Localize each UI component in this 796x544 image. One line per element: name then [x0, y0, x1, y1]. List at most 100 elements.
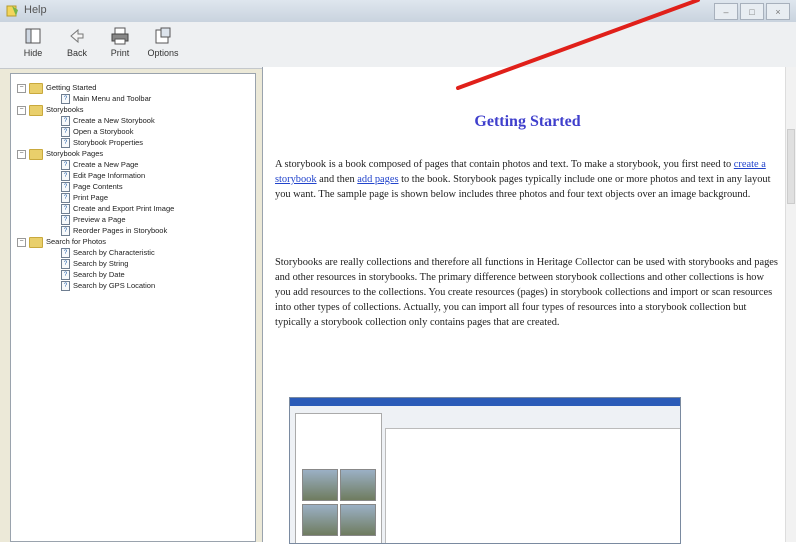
tree-topic-item[interactable]: ? Reorder Pages in Storybook	[17, 225, 174, 237]
minimize-button[interactable]: –	[714, 3, 738, 20]
screenshot-thumbnail	[302, 504, 338, 536]
tree-topic-label: Page Contents	[73, 182, 123, 191]
add-pages-link[interactable]: add pages	[357, 174, 398, 185]
contents-tree: − Getting Started? Main Menu and Toolbar − S…	[17, 82, 175, 292]
tree-topic-label: Create a New Storybook	[73, 116, 155, 125]
paragraph-intro: A storybook is a book composed of pages …	[275, 157, 780, 202]
help-page-icon: ?	[61, 127, 70, 138]
tree-topic-item[interactable]: ? Preview a Page	[17, 214, 174, 226]
sample-storybook-screenshot	[289, 397, 681, 544]
tree-topic-item[interactable]: ? Page Contents	[17, 181, 174, 193]
tree-topic-item[interactable]: ? Main Menu and Toolbar	[17, 93, 174, 105]
tree-topic-label: Search by GPS Location	[73, 281, 156, 290]
screenshot-thumbnail	[340, 504, 376, 536]
help-page-icon: ?	[61, 270, 70, 281]
tree-topic-item[interactable]: ? Storybook Properties	[17, 137, 174, 149]
tree-topic-item[interactable]: ? Search by String	[17, 258, 174, 270]
collapse-icon[interactable]: −	[17, 237, 26, 247]
help-page-icon: ?	[61, 259, 70, 270]
maximize-button[interactable]: □	[740, 3, 764, 20]
tree-topic-item[interactable]: ? Create and Export Print Image	[17, 203, 175, 215]
tree-topic-label: Print Page	[73, 193, 109, 202]
tree-topic-label: Create and Export Print Image	[73, 204, 175, 213]
tree-topic-item[interactable]: ? Print Page	[17, 192, 174, 204]
topic-scrollbar[interactable]	[785, 67, 796, 542]
close-button[interactable]: ×	[766, 3, 790, 20]
options-label: Options	[147, 48, 179, 58]
options-button[interactable]: Options	[146, 26, 180, 58]
title-bar[interactable]: Help – □ ×	[0, 0, 796, 23]
tree-book-label: Getting Started	[46, 83, 97, 92]
help-page-icon: ?	[61, 215, 70, 226]
toolbar: Hide Back Print Options	[0, 22, 796, 69]
hide-button[interactable]: Hide	[16, 26, 50, 58]
print-button[interactable]: Print	[103, 26, 137, 58]
back-label: Back	[66, 48, 87, 58]
tree-topic-label: Search by Characteristic	[73, 248, 155, 257]
tree-topic-label: Open a Storybook	[73, 127, 134, 136]
help-page-icon: ?	[61, 138, 70, 149]
tree-topic-label: Storybook Properties	[73, 138, 144, 147]
options-icon	[155, 27, 171, 44]
help-page-icon: ?	[61, 226, 70, 237]
tree-topic-item[interactable]: ? Create a New Page	[17, 159, 174, 171]
window-title: Help	[24, 4, 47, 16]
topic-heading: Getting Started	[474, 113, 581, 130]
back-button[interactable]: Back	[60, 26, 94, 58]
screenshot-thumbnail	[302, 469, 338, 501]
tree-book-label: Storybook Pages	[46, 149, 104, 158]
collapse-icon[interactable]: −	[17, 83, 26, 93]
help-page-icon: ?	[61, 94, 70, 105]
help-page-icon: ?	[61, 204, 70, 215]
paragraph-collections: Storybooks are really collections and th…	[275, 257, 778, 328]
tree-book-item[interactable]: − Storybook Pages	[17, 148, 174, 160]
printer-icon	[111, 27, 129, 45]
help-page-icon: ?	[61, 116, 70, 127]
book-folder-icon	[29, 236, 43, 248]
tree-topic-label: Search by String	[73, 259, 129, 268]
topic-pane[interactable]: Getting Started A storybook is a book co…	[262, 67, 796, 544]
help-window: Help – □ × Hide Back Print Options − Get…	[0, 0, 796, 544]
tree-book-label: Storybooks	[46, 105, 84, 114]
contents-pane[interactable]: − Getting Started? Main Menu and Toolbar − S…	[10, 73, 256, 542]
tree-topic-label: Main Menu and Toolbar	[73, 94, 152, 103]
help-page-icon: ?	[61, 281, 70, 292]
tree-topic-label: Create a New Page	[73, 160, 139, 169]
collapse-icon[interactable]: −	[17, 105, 26, 115]
hide-label: Hide	[23, 48, 43, 58]
tree-topic-item[interactable]: ? Edit Page Information	[17, 170, 174, 182]
tree-topic-item[interactable]: ? Search by GPS Location	[17, 280, 174, 292]
book-folder-icon	[29, 82, 43, 94]
tree-book-item[interactable]: − Search for Photos	[17, 236, 174, 248]
tree-topic-label: Search by Date	[73, 270, 125, 279]
screenshot-thumbnail	[340, 469, 376, 501]
tree-topic-item[interactable]: ? Open a Storybook	[17, 126, 174, 138]
paragraph-intro-text-a: A storybook is a book composed of pages …	[275, 159, 734, 170]
book-folder-icon	[29, 104, 43, 116]
screenshot-page-area	[385, 428, 680, 543]
book-folder-icon	[29, 148, 43, 160]
tree-topic-label: Preview a Page	[73, 215, 126, 224]
window-controls: – □ ×	[714, 3, 790, 20]
print-label: Print	[110, 48, 130, 58]
tree-topic-item[interactable]: ? Search by Date	[17, 269, 174, 281]
help-page-icon: ?	[61, 171, 70, 182]
scrollbar-thumb[interactable]	[787, 129, 795, 204]
tree-topic-item[interactable]: ? Create a New Storybook	[17, 115, 174, 127]
collapse-icon[interactable]: −	[17, 149, 26, 159]
paragraph-intro-text-b: and then	[316, 174, 358, 185]
hide-icon	[25, 28, 41, 44]
back-arrow-icon	[70, 28, 84, 44]
tree-book-item[interactable]: − Storybooks	[17, 104, 174, 116]
tree-topic-item[interactable]: ? Search by Characteristic	[17, 247, 174, 259]
screenshot-sidebar	[295, 413, 382, 543]
tree-topic-label: Reorder Pages in Storybook	[73, 226, 168, 235]
tree-book-item[interactable]: − Getting Started	[17, 82, 174, 94]
help-page-icon: ?	[61, 248, 70, 259]
screenshot-titlebar	[290, 398, 680, 406]
help-app-icon	[6, 5, 18, 17]
tree-topic-label: Edit Page Information	[73, 171, 146, 180]
tree-book-label: Search for Photos	[46, 237, 107, 246]
help-page-icon: ?	[61, 193, 70, 204]
help-page-icon: ?	[61, 182, 70, 193]
